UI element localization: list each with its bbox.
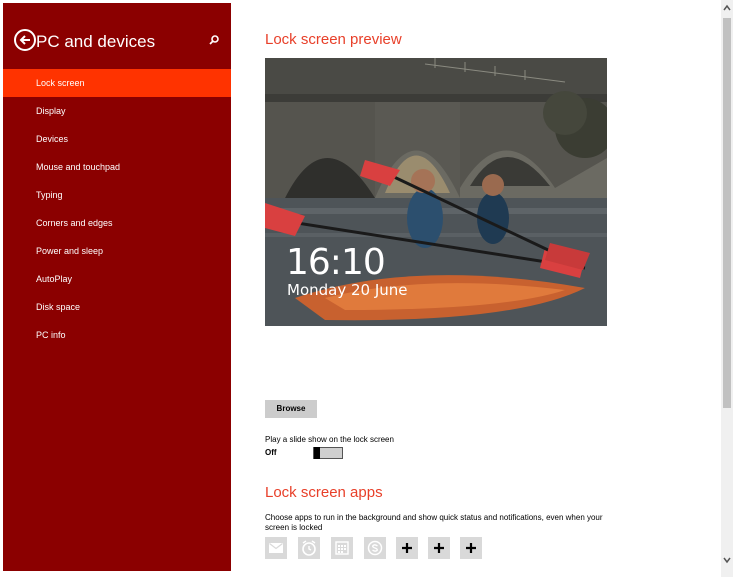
skype-icon [367, 540, 383, 556]
preview-date: Monday 20 June [287, 281, 408, 299]
preview-time: 16:10 [286, 242, 386, 283]
browse-button[interactable]: Browse [265, 400, 317, 418]
sidebar-item-disk-space[interactable]: Disk space [3, 293, 231, 321]
sidebar-item-power-and-sleep[interactable]: Power and sleep [3, 237, 231, 265]
apps-description: Choose apps to run in the background and… [265, 513, 603, 532]
vertical-scrollbar[interactable] [721, 0, 733, 577]
app-slot-mail[interactable] [265, 537, 287, 559]
main-content: Lock screen preview 16:10 Monday 20 June… [231, 0, 721, 577]
app-slot-calendar[interactable] [331, 537, 353, 559]
sidebar-item-lock-screen[interactable]: Lock screen [3, 69, 231, 97]
add-app-button-3[interactable] [460, 537, 482, 559]
sidebar-item-corners-and-edges[interactable]: Corners and edges [3, 209, 231, 237]
app-slot-alarm[interactable] [298, 537, 320, 559]
add-icon [434, 543, 444, 553]
scroll-down-arrow-icon[interactable] [723, 556, 731, 564]
search-icon[interactable] [208, 34, 220, 46]
lock-screen-apps-heading: Lock screen apps [265, 484, 383, 501]
mail-icon [269, 543, 283, 553]
back-button[interactable] [14, 29, 36, 51]
sidebar-item-typing[interactable]: Typing [3, 181, 231, 209]
sidebar: PC and devices Lock screen Display Devic… [3, 3, 231, 571]
slideshow-toggle[interactable] [313, 447, 343, 459]
settings-window: PC and devices Lock screen Display Devic… [0, 0, 733, 577]
lock-screen-preview-image: 16:10 Monday 20 June [265, 58, 607, 326]
app-slot-skype[interactable] [364, 537, 386, 559]
calendar-icon [335, 541, 349, 555]
add-app-button-2[interactable] [428, 537, 450, 559]
scroll-thumb[interactable] [723, 18, 731, 408]
toggle-thumb [314, 447, 320, 459]
lock-screen-preview-heading: Lock screen preview [265, 31, 402, 48]
add-icon [402, 543, 412, 553]
sidebar-item-display[interactable]: Display [3, 97, 231, 125]
sidebar-item-pc-info[interactable]: PC info [3, 321, 231, 349]
slideshow-label: Play a slide show on the lock screen [265, 435, 394, 444]
sidebar-item-devices[interactable]: Devices [3, 125, 231, 153]
sidebar-title: PC and devices [36, 32, 156, 51]
add-icon [466, 543, 476, 553]
sidebar-item-autoplay[interactable]: AutoPlay [3, 265, 231, 293]
back-arrow-icon [19, 35, 30, 45]
scroll-up-arrow-icon[interactable] [723, 4, 731, 12]
alarm-icon [302, 540, 316, 556]
slideshow-state: Off [265, 448, 277, 457]
add-app-button-1[interactable] [396, 537, 418, 559]
sidebar-nav: Lock screen Display Devices Mouse and to… [3, 69, 231, 349]
sidebar-item-mouse-and-touchpad[interactable]: Mouse and touchpad [3, 153, 231, 181]
